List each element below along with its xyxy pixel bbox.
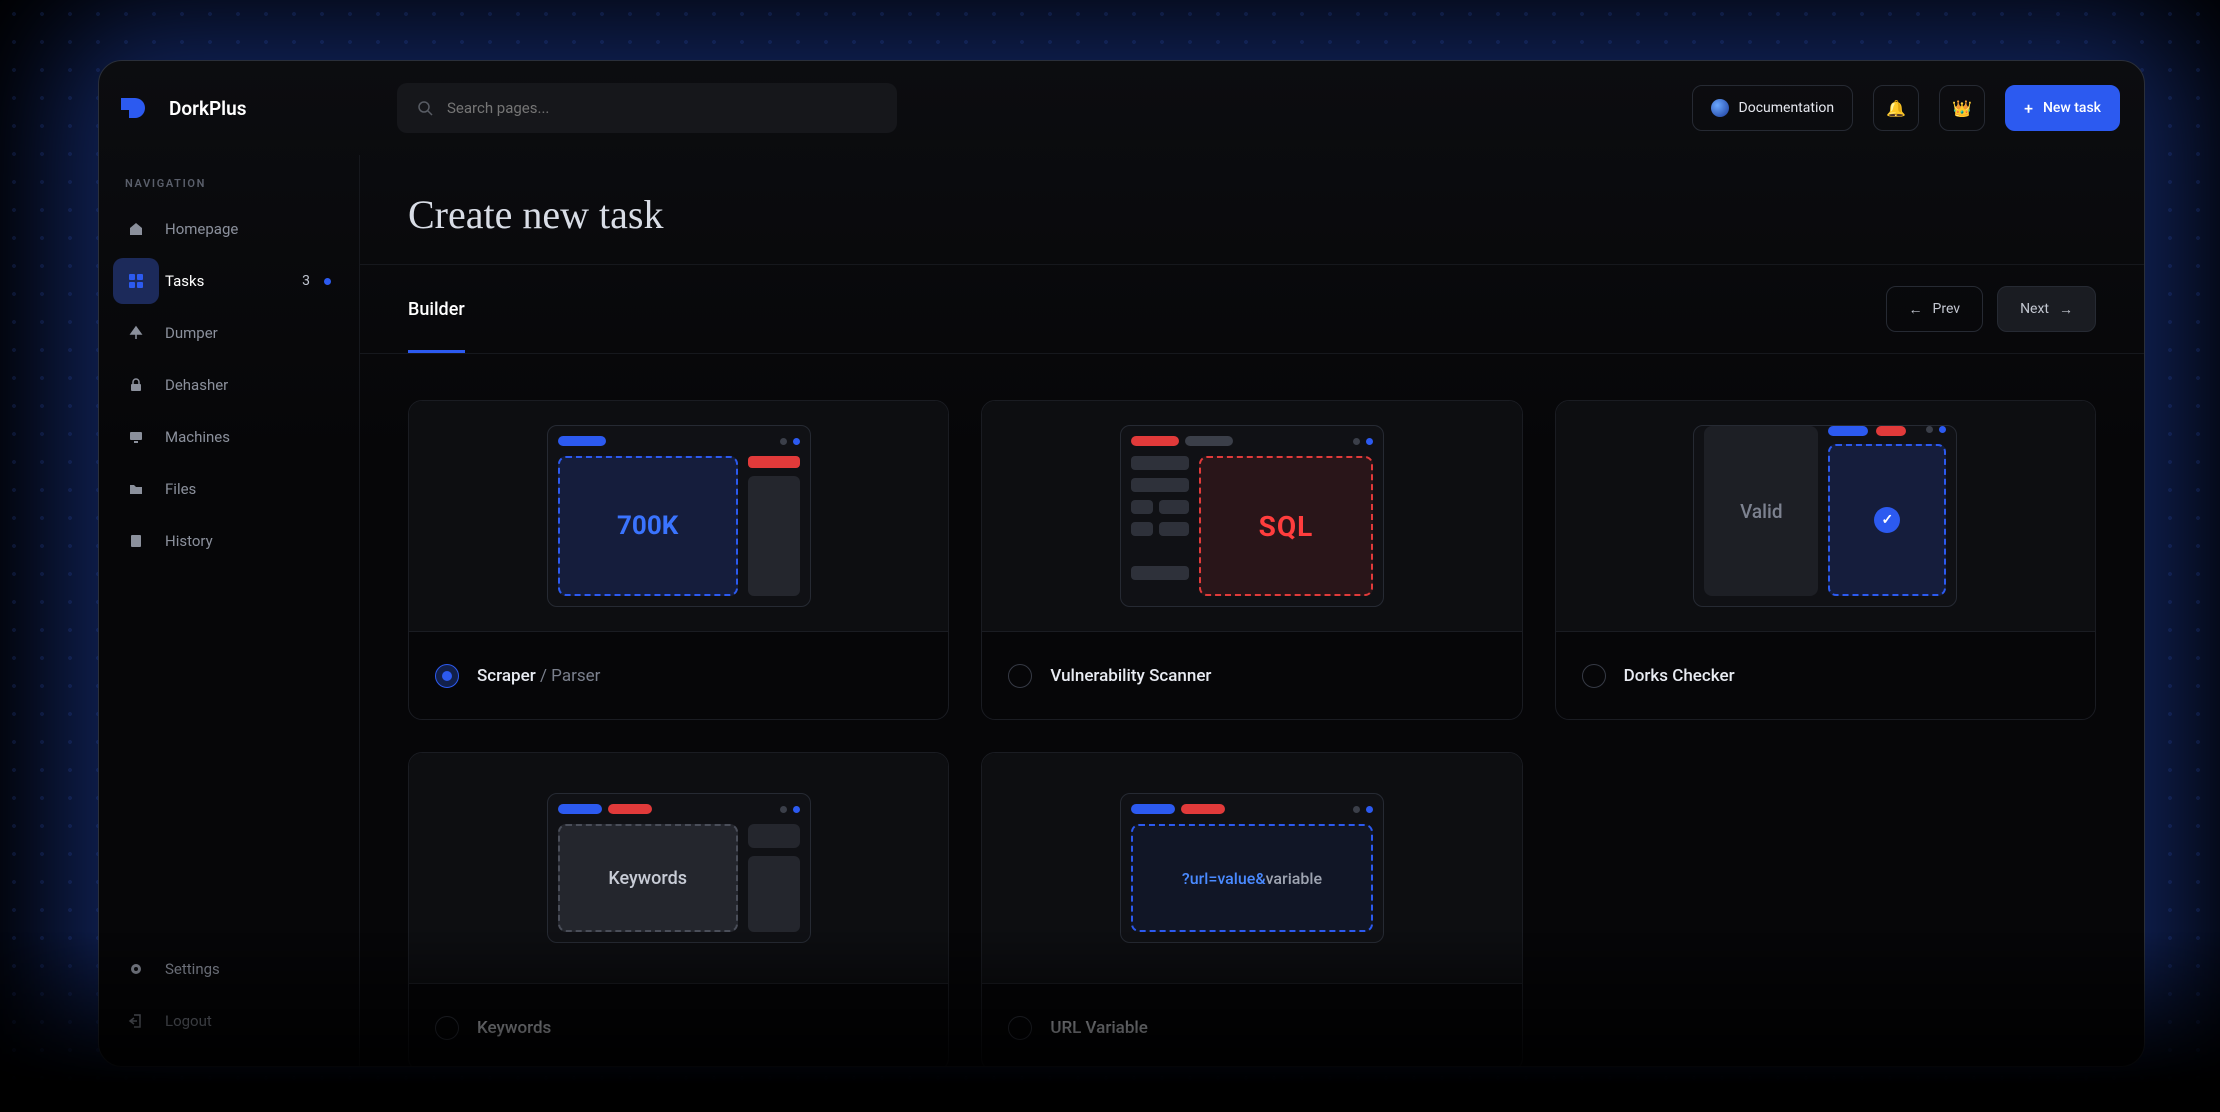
card-preview: 700K [409,401,948,631]
folder-icon [113,466,159,512]
card-title: Scraper / Parser [477,666,600,686]
globe-icon [1711,99,1729,117]
sql-badge: SQL [1199,456,1373,596]
logo-icon [117,92,157,124]
url-pattern: ?url=value&variable [1131,824,1373,932]
card-dorks-checker[interactable]: Valid Dorks Checker [1555,400,2096,720]
sidebar-item-dumper[interactable]: Dumper [113,310,345,356]
search-box[interactable] [397,83,897,133]
plus-icon: + [2024,99,2033,118]
new-task-label: New task [2043,100,2101,116]
valid-label: Valid [1704,426,1818,596]
tab-builder[interactable]: Builder [408,265,465,353]
logout-icon [113,998,159,1044]
sidebar-item-label: Homepage [165,220,238,238]
history-icon [113,518,159,564]
sidebar-item-label: History [165,532,213,550]
brand[interactable]: DorkPlus [117,92,377,124]
card-title: URL Variable [1050,1018,1147,1038]
page-header: Create new task [360,155,2144,264]
card-title: Keywords [477,1018,551,1038]
task-count-badge: 3 [302,273,310,289]
monitor-icon [113,414,159,460]
active-dot [324,278,331,285]
sidebar-item-history[interactable]: History [113,518,345,564]
nav-list: Homepage Tasks 3 Dumper [113,206,345,564]
card-title: Dorks Checker [1624,666,1735,686]
nav-section-label: NAVIGATION [113,177,345,190]
sidebar-item-files[interactable]: Files [113,466,345,512]
brand-name: DorkPlus [169,97,247,120]
sidebar-item-settings[interactable]: Settings [113,946,345,992]
sidebar-item-label: Files [165,480,196,498]
page-title: Create new task [408,191,2096,238]
next-button[interactable]: Next → [1997,286,2096,332]
sidebar-item-logout[interactable]: Logout [113,998,345,1044]
gear-icon [113,946,159,992]
prev-button[interactable]: ← Prev [1886,286,1984,332]
tree-icon [113,310,159,356]
documentation-button[interactable]: Documentation [1692,85,1854,131]
card-preview: Valid [1556,401,2095,631]
sidebar-item-label: Settings [165,960,220,978]
crown-icon: 👑 [1952,99,1972,118]
card-preview: ?url=value&variable [982,753,1521,983]
task-type-grid: 700K Scraper / Parser [360,354,2144,1066]
documentation-label: Documentation [1739,100,1835,116]
tab-bar: Builder ← Prev Next → [360,264,2144,354]
topbar: DorkPlus Documentation 🔔 👑 + New task [99,61,2144,155]
new-task-button[interactable]: + New task [2005,85,2120,131]
app-window: DorkPlus Documentation 🔔 👑 + New task NA… [98,60,2145,1067]
card-keywords[interactable]: Keywords Keywords [408,752,949,1066]
radio-unselected[interactable] [1008,664,1032,688]
arrow-left-icon: ← [1909,301,1923,318]
sidebar-item-label: Tasks [165,272,204,290]
prev-label: Prev [1933,301,1961,317]
radio-unselected[interactable] [1008,1016,1032,1040]
next-label: Next [2020,301,2049,317]
card-vulnerability-scanner[interactable]: SQL Vulnerability Scanner [981,400,1522,720]
card-preview: SQL [982,401,1521,631]
card-url-variable[interactable]: ?url=value&variable URL Variable [981,752,1522,1066]
body: NAVIGATION Homepage Tasks 3 [99,155,2144,1066]
arrow-right-icon: → [2059,301,2073,318]
search-input[interactable] [447,99,877,117]
sidebar-item-machines[interactable]: Machines [113,414,345,460]
home-icon [113,206,159,252]
sidebar-item-tasks[interactable]: Tasks 3 [113,258,345,304]
card-title: Vulnerability Scanner [1050,666,1211,686]
notifications-button[interactable]: 🔔 [1873,85,1919,131]
account-button[interactable]: 👑 [1939,85,1985,131]
card-preview: Keywords [409,753,948,983]
card-scraper-parser[interactable]: 700K Scraper / Parser [408,400,949,720]
sidebar-item-dehasher[interactable]: Dehasher [113,362,345,408]
sidebar-item-homepage[interactable]: Homepage [113,206,345,252]
radio-unselected[interactable] [435,1016,459,1040]
sidebar-item-label: Machines [165,428,230,446]
sidebar-item-label: Logout [165,1012,212,1030]
sidebar: NAVIGATION Homepage Tasks 3 [99,155,359,1066]
lock-icon [113,362,159,408]
sidebar-item-label: Dumper [165,324,218,342]
sidebar-item-label: Dehasher [165,376,228,394]
grid-icon [113,258,159,304]
bell-icon: 🔔 [1886,99,1906,118]
pager: ← Prev Next → [1886,286,2097,332]
main-content: Create new task Builder ← Prev Next → [359,155,2144,1066]
keywords-chip: Keywords [558,824,738,932]
check-icon [1874,507,1900,533]
radio-unselected[interactable] [1582,664,1606,688]
scraper-metric: 700K [558,456,738,596]
radio-selected[interactable] [435,664,459,688]
nav-footer: Settings Logout [113,946,345,1044]
search-icon [417,100,433,116]
